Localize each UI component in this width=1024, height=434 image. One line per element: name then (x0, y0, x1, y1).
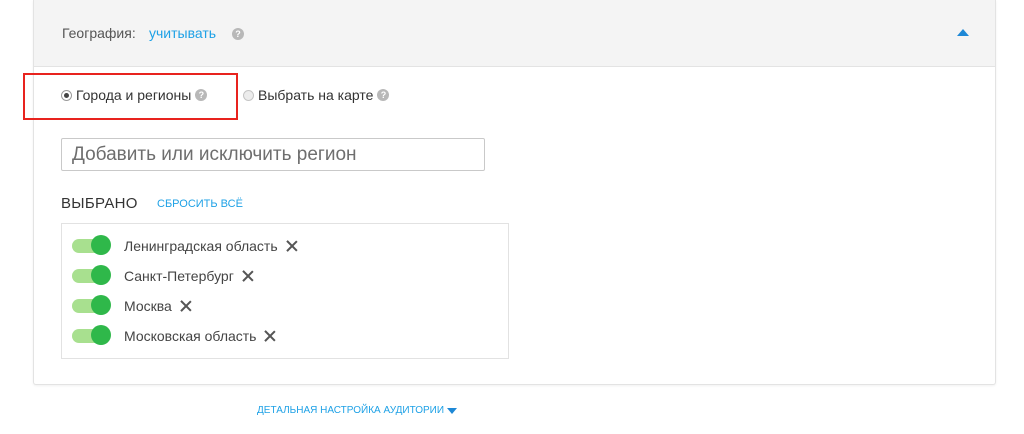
radio-unchecked-icon[interactable] (243, 89, 254, 101)
close-icon[interactable] (284, 238, 300, 254)
region-label: Московская область (124, 328, 257, 344)
highlight-box (23, 73, 238, 120)
list-item: Москва (72, 295, 194, 317)
reset-all-link[interactable]: СБРОСИТЬ ВСЁ (157, 198, 243, 210)
close-icon[interactable] (240, 268, 256, 284)
toggle-knob (91, 295, 111, 315)
panel-header[interactable]: География: учитывать ? (34, 0, 995, 67)
region-label: Санкт-Петербург (124, 268, 234, 284)
chevron-down-icon (447, 407, 458, 414)
toggle-knob (91, 235, 111, 255)
toggle-knob (91, 325, 111, 345)
question-icon[interactable]: ? (232, 28, 244, 40)
region-label: Ленинградская область (124, 238, 278, 254)
question-icon[interactable]: ? (377, 89, 390, 101)
radio-label: Выбрать на карте (258, 87, 374, 103)
list-item: Московская область (72, 325, 278, 347)
detailed-audience-settings-link[interactable]: ДЕТАЛЬНАЯ НАСТРОЙКА АУДИТОРИИ (257, 405, 458, 416)
list-item: Санкт-Петербург (72, 265, 256, 287)
geography-label: География: (62, 25, 136, 41)
region-toggle[interactable] (72, 235, 111, 255)
collapse-arrow-icon[interactable] (957, 29, 969, 36)
geography-mode-link[interactable]: учитывать (149, 25, 216, 41)
selected-regions-list: Ленинградская область Санкт-Петербург Мо… (61, 223, 509, 359)
close-icon[interactable] (262, 328, 278, 344)
region-label: Москва (124, 298, 172, 314)
region-toggle[interactable] (72, 325, 111, 345)
selected-title: ВЫБРАНО (61, 195, 138, 212)
region-toggle[interactable] (72, 265, 111, 285)
region-toggle[interactable] (72, 295, 111, 315)
radio-choose-on-map[interactable]: Выбрать на карте ? (243, 87, 390, 103)
list-item: Ленинградская область (72, 235, 300, 257)
region-search-input[interactable] (61, 138, 485, 171)
close-icon[interactable] (178, 298, 194, 314)
toggle-knob (91, 265, 111, 285)
detail-link-label: ДЕТАЛЬНАЯ НАСТРОЙКА АУДИТОРИИ (257, 405, 445, 416)
